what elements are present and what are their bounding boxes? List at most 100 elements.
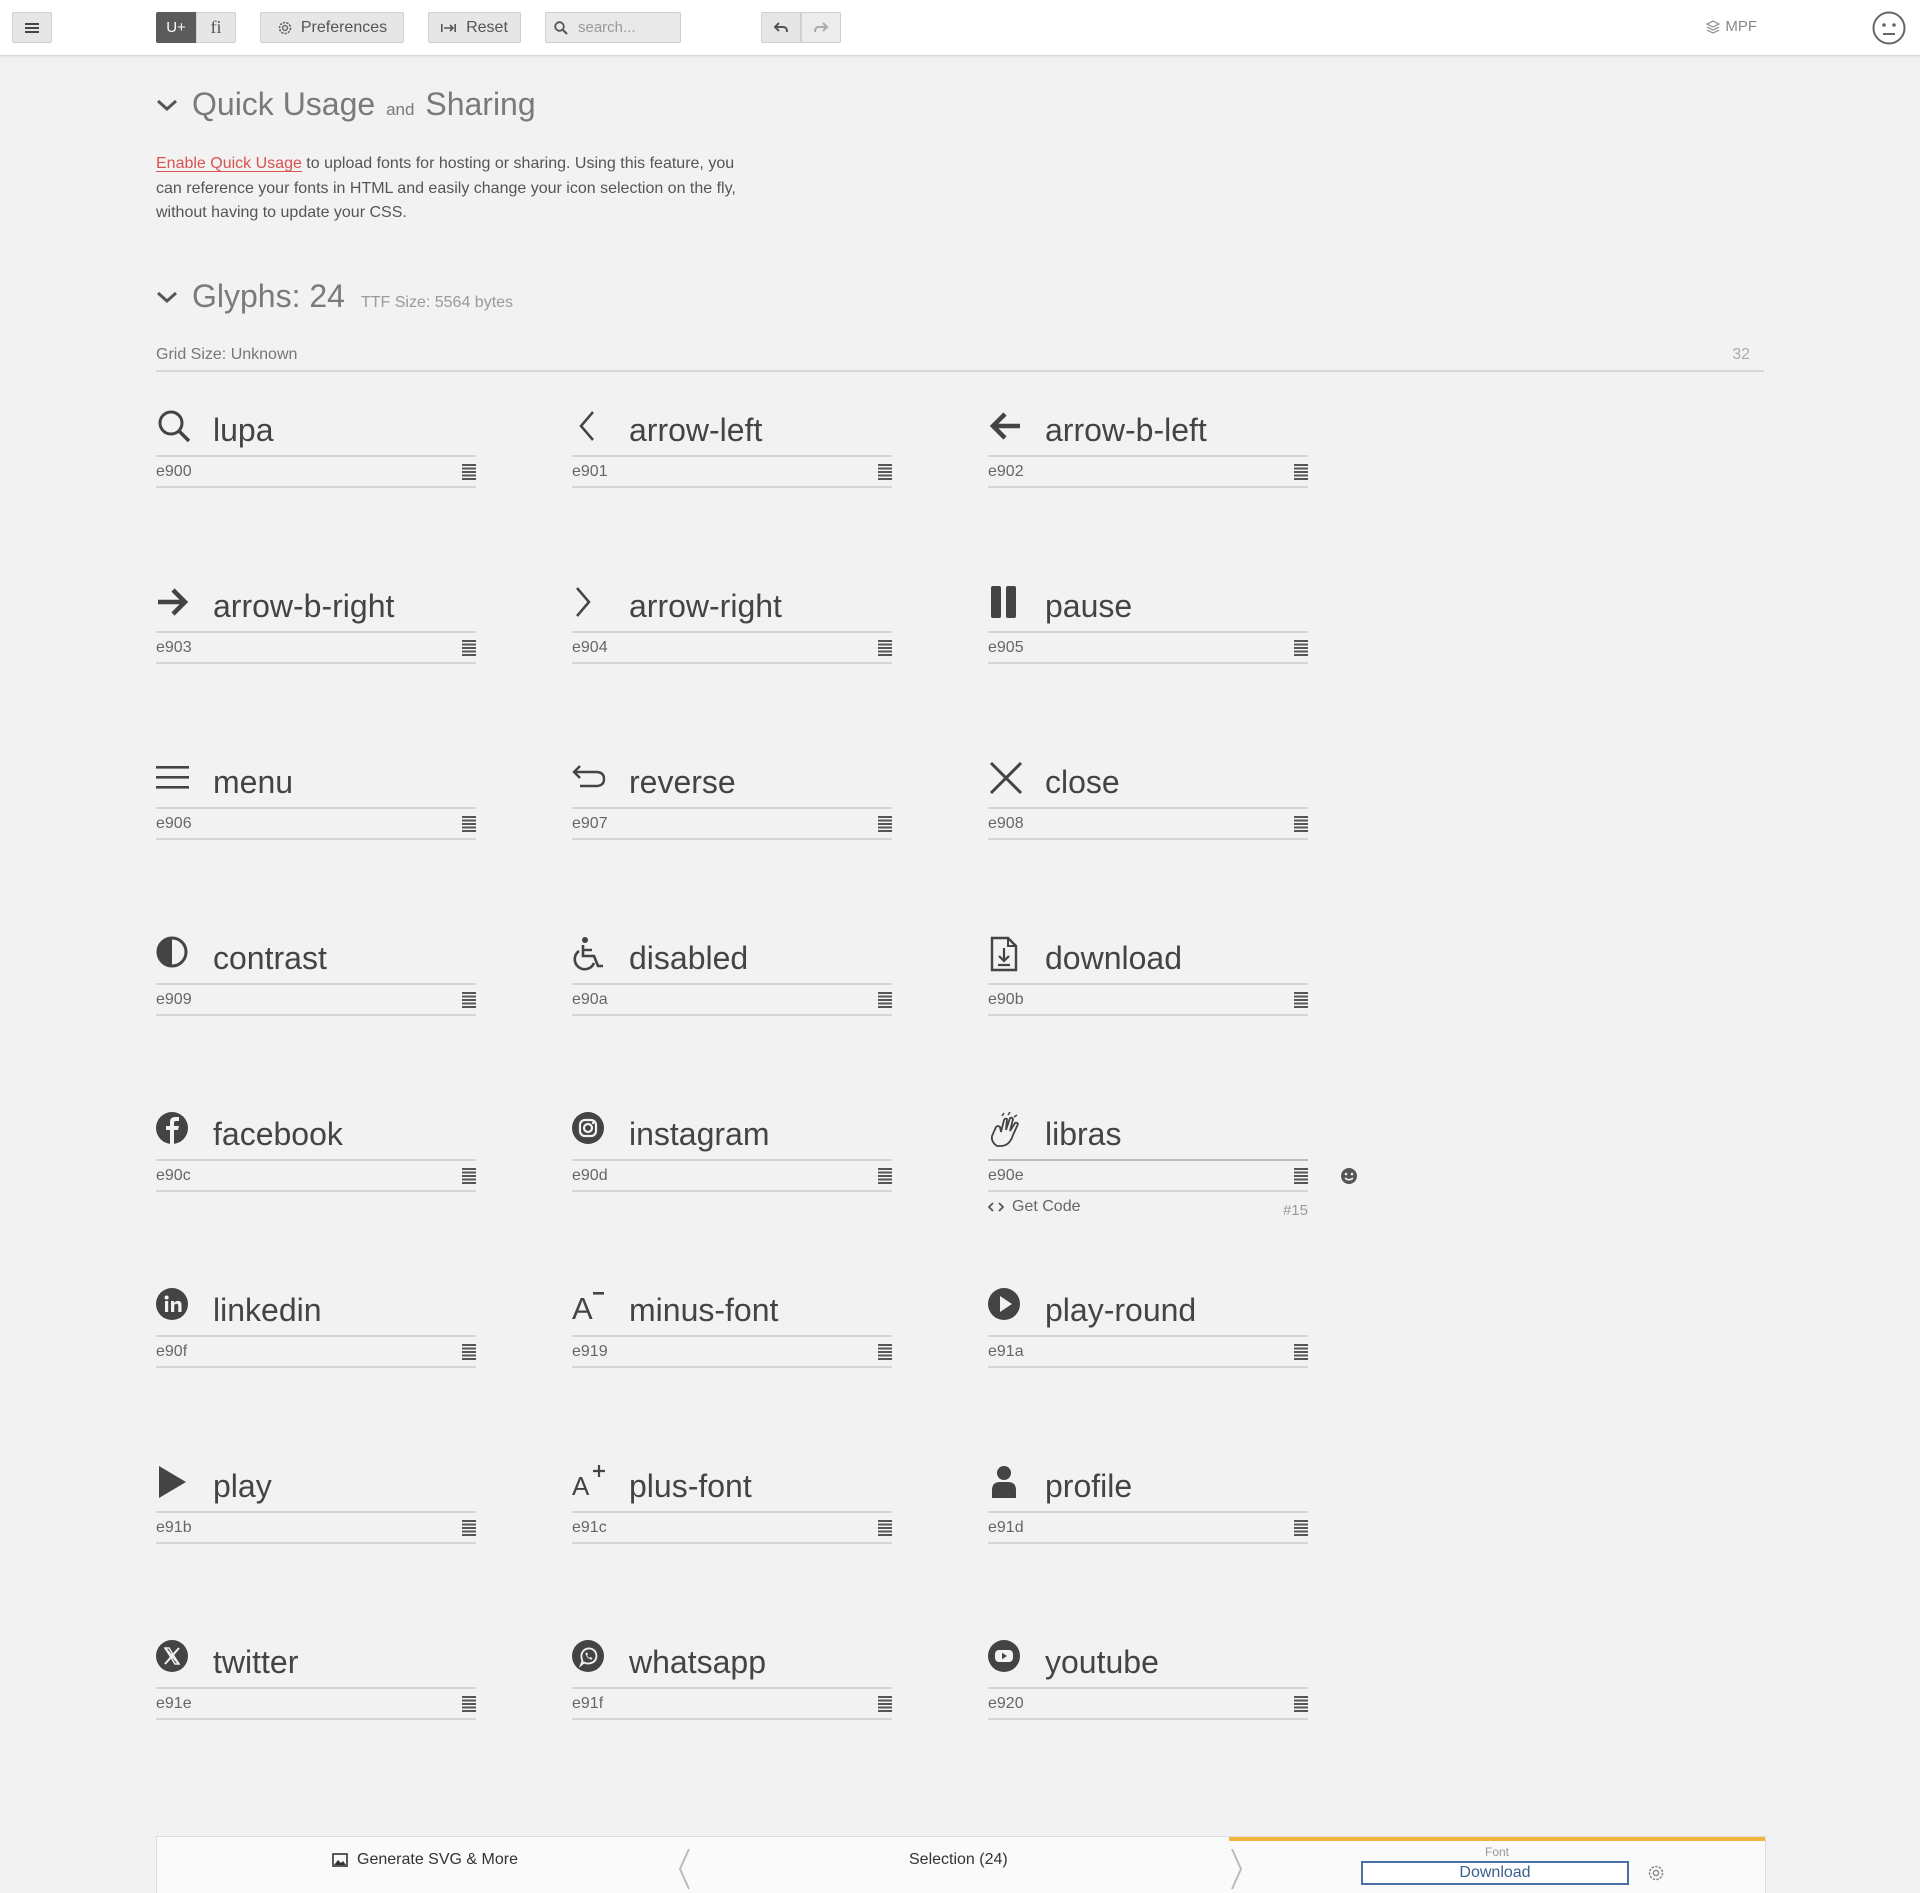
preferences-button[interactable]: Preferences xyxy=(260,12,404,43)
glyph-code[interactable]: e919 xyxy=(572,1343,608,1361)
list-lines-icon[interactable] xyxy=(878,1520,892,1536)
download-button[interactable]: Download xyxy=(1361,1861,1629,1885)
glyph-name[interactable]: libras xyxy=(1045,1116,1121,1153)
glyph-name[interactable]: minus-font xyxy=(629,1292,778,1329)
chevron-right-icon[interactable] xyxy=(572,584,608,620)
user-profile-icon[interactable] xyxy=(988,1464,1024,1500)
glyphs-header[interactable]: Glyphs: 24 TTF Size: 5564 bytes xyxy=(156,278,513,315)
glyph-code[interactable]: e91e xyxy=(156,1695,192,1713)
glyph-code[interactable]: e902 xyxy=(988,463,1024,481)
whatsapp-icon[interactable] xyxy=(572,1640,608,1676)
list-lines-icon[interactable] xyxy=(462,1168,476,1184)
glyph-name[interactable]: play xyxy=(213,1468,272,1505)
glyph-code[interactable]: e91d xyxy=(988,1519,1024,1537)
arrow-bold-right-icon[interactable] xyxy=(156,584,192,620)
file-download-icon[interactable] xyxy=(988,936,1024,972)
reset-button[interactable]: Reset xyxy=(428,12,521,43)
glyph-name[interactable]: instagram xyxy=(629,1116,770,1153)
list-lines-icon[interactable] xyxy=(878,992,892,1008)
glyph-name[interactable]: disabled xyxy=(629,940,748,977)
search-input[interactable] xyxy=(576,18,676,37)
chevron-left-icon[interactable] xyxy=(572,408,608,444)
glyph-name[interactable]: arrow-b-left xyxy=(1045,412,1207,449)
glyph-code[interactable]: e90c xyxy=(156,1167,191,1185)
list-lines-icon[interactable] xyxy=(878,1344,892,1360)
get-code-button[interactable]: Get Code xyxy=(988,1198,1080,1216)
pause-icon[interactable] xyxy=(988,584,1024,620)
list-lines-icon[interactable] xyxy=(1294,992,1308,1008)
list-lines-icon[interactable] xyxy=(462,640,476,656)
font-decrease-icon[interactable]: A xyxy=(572,1288,608,1324)
project-indicator[interactable]: MPF xyxy=(1706,18,1757,35)
list-lines-icon[interactable] xyxy=(1294,1696,1308,1712)
glyph-name[interactable]: arrow-right xyxy=(629,588,782,625)
quick-usage-header[interactable]: Quick Usage and Sharing xyxy=(156,86,536,123)
list-lines-icon[interactable] xyxy=(462,1696,476,1712)
list-lines-icon[interactable] xyxy=(462,464,476,480)
font-tab[interactable]: Font Download xyxy=(1229,1837,1765,1893)
close-x-icon[interactable] xyxy=(988,760,1024,796)
hamburger-menu-icon[interactable] xyxy=(156,760,192,796)
list-lines-icon[interactable] xyxy=(878,640,892,656)
glyph-name[interactable]: arrow-left xyxy=(629,412,762,449)
glyph-code[interactable]: e903 xyxy=(156,639,192,657)
search-icon[interactable] xyxy=(156,408,192,444)
facebook-icon[interactable] xyxy=(156,1112,192,1148)
list-lines-icon[interactable] xyxy=(1294,1520,1308,1536)
ligature-toggle-button[interactable]: fi xyxy=(196,12,236,43)
glyph-code[interactable]: e905 xyxy=(988,639,1024,657)
glyph-name[interactable]: linkedin xyxy=(213,1292,322,1329)
glyph-name[interactable]: whatsapp xyxy=(629,1644,766,1681)
gear-icon[interactable] xyxy=(1647,1864,1665,1882)
glyph-name[interactable]: menu xyxy=(213,764,293,801)
glyph-code[interactable]: e91b xyxy=(156,1519,192,1537)
glyph-name[interactable]: profile xyxy=(1045,1468,1132,1505)
undo-button[interactable] xyxy=(761,12,801,43)
glyph-code[interactable]: e909 xyxy=(156,991,192,1009)
enable-quick-usage-link[interactable]: Enable Quick Usage xyxy=(156,155,302,172)
font-increase-icon[interactable]: A xyxy=(572,1464,608,1500)
sign-language-hands-icon[interactable] xyxy=(988,1112,1024,1148)
list-lines-icon[interactable] xyxy=(878,816,892,832)
glyph-code[interactable]: e91c xyxy=(572,1519,607,1537)
glyph-code[interactable]: e900 xyxy=(156,463,192,481)
arrow-bold-left-icon[interactable] xyxy=(988,408,1024,444)
glyph-name[interactable]: twitter xyxy=(213,1644,298,1681)
glyph-name[interactable]: youtube xyxy=(1045,1644,1159,1681)
emoji-smile-icon[interactable] xyxy=(1340,1167,1358,1185)
glyph-code[interactable]: e920 xyxy=(988,1695,1024,1713)
list-lines-icon[interactable] xyxy=(462,1520,476,1536)
contrast-half-circle-icon[interactable] xyxy=(156,936,192,972)
glyph-code[interactable]: e904 xyxy=(572,639,608,657)
list-lines-icon[interactable] xyxy=(1294,464,1308,480)
return-arrow-icon[interactable] xyxy=(572,760,608,796)
glyph-name[interactable]: pause xyxy=(1045,588,1132,625)
play-icon[interactable] xyxy=(156,1464,192,1500)
main-menu-button[interactable] xyxy=(12,12,52,43)
x-twitter-icon[interactable] xyxy=(156,1640,192,1676)
user-avatar-icon[interactable] xyxy=(1872,11,1906,45)
glyph-code[interactable]: e908 xyxy=(988,815,1024,833)
linkedin-icon[interactable] xyxy=(156,1288,192,1324)
glyph-code[interactable]: e90f xyxy=(156,1343,187,1361)
generate-svg-button[interactable]: Generate SVG & More xyxy=(332,1851,518,1869)
list-lines-icon[interactable] xyxy=(878,464,892,480)
glyph-name[interactable]: arrow-b-right xyxy=(213,588,394,625)
glyph-name[interactable]: lupa xyxy=(213,412,274,449)
glyph-code[interactable]: e91f xyxy=(572,1695,603,1713)
glyph-name[interactable]: contrast xyxy=(213,940,327,977)
redo-button[interactable] xyxy=(801,12,841,43)
glyph-code[interactable]: e90a xyxy=(572,991,608,1009)
glyph-code[interactable]: e906 xyxy=(156,815,192,833)
list-lines-icon[interactable] xyxy=(878,1168,892,1184)
youtube-icon[interactable] xyxy=(988,1640,1024,1676)
list-lines-icon[interactable] xyxy=(1294,1344,1308,1360)
glyph-code[interactable]: e90b xyxy=(988,991,1024,1009)
list-lines-icon[interactable] xyxy=(1294,1168,1308,1184)
glyph-code[interactable]: e901 xyxy=(572,463,608,481)
search-field[interactable] xyxy=(545,12,681,43)
glyph-name[interactable]: play-round xyxy=(1045,1292,1196,1329)
glyph-name[interactable]: facebook xyxy=(213,1116,343,1153)
glyph-code[interactable]: e90d xyxy=(572,1167,608,1185)
glyph-code[interactable]: e91a xyxy=(988,1343,1024,1361)
